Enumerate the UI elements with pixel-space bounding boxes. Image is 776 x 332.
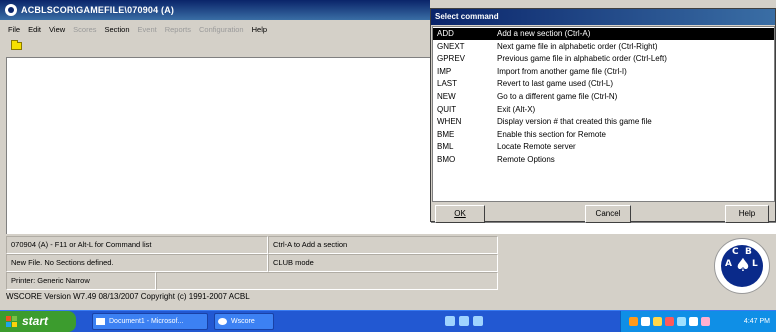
- title-bar[interactable]: ACBLSCOR\GAMEFILE\070904 (A): [0, 0, 430, 20]
- command-description: Next game file in alphabetic order (Ctrl…: [497, 41, 658, 51]
- command-description: Previous game file in alphabetic order (…: [497, 54, 667, 64]
- command-description: Exit (Alt-X): [497, 104, 536, 114]
- command-description: Revert to last game used (Ctrl-L): [497, 79, 614, 89]
- tray-icon-6[interactable]: [689, 317, 698, 326]
- help-button[interactable]: Help: [725, 205, 769, 223]
- command-code: GNEXT: [437, 41, 465, 51]
- start-label: start: [22, 314, 49, 328]
- command-description: Import from another game file (Ctrl-I): [497, 66, 627, 76]
- command-code: ADD: [437, 29, 454, 38]
- menu-configuration[interactable]: Configuration: [199, 25, 244, 34]
- command-description: Add a new section (Ctrl-A): [497, 29, 591, 38]
- command-description: Enable this section for Remote: [497, 129, 606, 139]
- command-code: WHEN: [437, 117, 462, 127]
- menu-edit[interactable]: Edit: [28, 25, 41, 34]
- wscore-icon: [218, 318, 227, 325]
- version-text: WSCORE Version W7.49 08/13/2007 Copyrigh…: [6, 292, 250, 301]
- quicklaunch-icon-1[interactable]: [445, 316, 455, 326]
- command-code: LAST: [437, 79, 458, 89]
- command-code: BMO: [437, 155, 456, 164]
- command-description: Locate Remote server: [497, 142, 576, 152]
- status-add-hint: Ctrl-A to Add a section: [268, 236, 498, 254]
- ok-button[interactable]: OK: [435, 205, 485, 223]
- select-command-dialog: Select command ADD Add a new section (Ctr…: [430, 8, 776, 223]
- command-row-add[interactable]: ADD Add a new section (Ctrl-A): [433, 28, 774, 40]
- command-row-bmo[interactable]: BMO Remote Options: [433, 154, 774, 166]
- quicklaunch-icon-3[interactable]: [473, 316, 483, 326]
- word-icon: [96, 318, 105, 325]
- windows-flag-icon: [6, 316, 18, 327]
- tray-icon-1[interactable]: [629, 317, 638, 326]
- status-empty: [156, 272, 498, 290]
- command-code: BME: [437, 129, 455, 139]
- command-description: Remote Options: [497, 155, 555, 164]
- command-row-bml[interactable]: BML Locate Remote server: [433, 141, 774, 153]
- tray-icon-7[interactable]: [701, 317, 710, 326]
- command-row-imp[interactable]: IMP Import from another game file (Ctrl-I…: [433, 66, 774, 78]
- taskbar-item-document-label: Document1 - Microsof...: [109, 318, 184, 325]
- start-button[interactable]: start: [0, 311, 76, 332]
- window-title: ACBLSCOR\GAMEFILE\070904 (A): [21, 5, 175, 15]
- menu-event[interactable]: Event: [138, 25, 157, 34]
- app-icon: [5, 4, 17, 16]
- command-code: IMP: [437, 66, 452, 76]
- dialog-title[interactable]: Select command: [431, 9, 775, 25]
- clock[interactable]: 4:47 PM: [744, 311, 770, 332]
- acbl-letter-l: L: [752, 259, 758, 269]
- open-folder-icon[interactable]: [11, 40, 22, 50]
- command-code: GPREV: [437, 54, 466, 64]
- menu-bar: File Edit View Scores Section Event Repo…: [0, 22, 430, 36]
- ok-button-label: OK: [454, 209, 466, 218]
- command-description: Display version # that created this game…: [497, 117, 652, 127]
- command-code: QUIT: [437, 104, 457, 114]
- cancel-button-label: Cancel: [595, 209, 621, 218]
- status-sections: New File. No Sections defined.: [6, 254, 268, 272]
- command-row-gprev[interactable]: GPREV Previous game file in alphabetic or…: [433, 53, 774, 65]
- command-row-bme[interactable]: BME Enable this section for Remote: [433, 129, 774, 141]
- taskbar: start Document1 - Microsof... Wscore 4:4…: [0, 310, 776, 332]
- system-tray: 4:47 PM: [620, 311, 776, 332]
- command-row-when[interactable]: WHEN Display version # that created this …: [433, 116, 774, 128]
- toolbar: [0, 38, 430, 54]
- acbl-logo-ring: A C B L ♠: [721, 245, 763, 287]
- acbl-logo: A C B L ♠: [714, 238, 770, 294]
- taskbar-item-document[interactable]: Document1 - Microsof...: [92, 313, 208, 330]
- taskbar-item-wscore[interactable]: Wscore: [214, 313, 274, 330]
- command-row-quit[interactable]: QUIT Exit (Alt-X): [433, 104, 774, 116]
- status-mode: CLUB mode: [268, 254, 498, 272]
- command-code: NEW: [437, 92, 456, 101]
- menu-help[interactable]: Help: [252, 25, 267, 34]
- status-command-hint: 070904 (A) - F11 or Alt-L for Command li…: [6, 236, 268, 254]
- quicklaunch-icon-2[interactable]: [459, 316, 469, 326]
- tray-icon-4[interactable]: [665, 317, 674, 326]
- tray-icon-5[interactable]: [677, 317, 686, 326]
- command-list[interactable]: ADD Add a new section (Ctrl-A) GNEXT Next g…: [432, 26, 775, 202]
- menu-view[interactable]: View: [49, 25, 65, 34]
- command-row-gnext[interactable]: GNEXT Next game file in alphabetic order …: [433, 41, 774, 53]
- acbl-letter-a: A: [725, 259, 732, 269]
- taskbar-item-wscore-label: Wscore: [231, 318, 255, 325]
- cancel-button[interactable]: Cancel: [585, 205, 631, 223]
- command-row-last[interactable]: LAST Revert to last game used (Ctrl-L): [433, 78, 774, 90]
- quick-launch: [445, 316, 485, 328]
- menu-section[interactable]: Section: [105, 25, 130, 34]
- menu-scores[interactable]: Scores: [73, 25, 96, 34]
- tray-icon-2[interactable]: [641, 317, 650, 326]
- tray-icon-3[interactable]: [653, 317, 662, 326]
- command-description: Go to a different game file (Ctrl-N): [497, 92, 618, 101]
- menu-file[interactable]: File: [8, 25, 20, 34]
- menu-reports[interactable]: Reports: [165, 25, 191, 34]
- status-printer: Printer: Generic Narrow: [6, 272, 156, 290]
- help-button-label: Help: [738, 209, 756, 218]
- spade-icon: ♠: [734, 255, 752, 276]
- command-code: BML: [437, 142, 454, 152]
- command-row-new[interactable]: NEW Go to a different game file (Ctrl-N): [433, 91, 774, 103]
